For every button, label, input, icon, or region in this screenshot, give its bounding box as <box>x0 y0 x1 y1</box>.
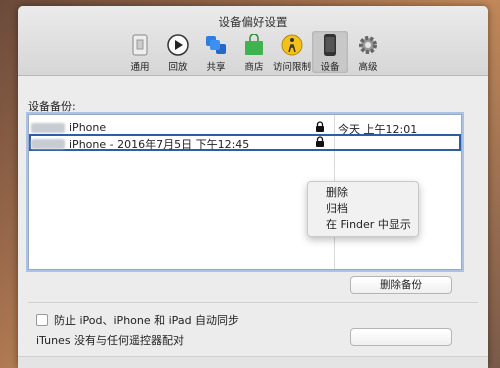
tab-playback-label: 回放 <box>168 62 188 73</box>
reset-remotes-button[interactable] <box>350 328 452 346</box>
prevent-sync-checkbox[interactable] <box>36 314 48 326</box>
tab-restrictions-label: 访问限制 <box>273 62 312 73</box>
preferences-toolbar: 通用 回放 共享 商店 访问限制 设备 高级 <box>122 31 386 73</box>
tab-playback[interactable]: 回放 <box>160 31 196 73</box>
backup-list[interactable]: iPhone 今天 上午12:01 iPhone - 2016年7月5日 下午1… <box>28 114 462 270</box>
backup-name: iPhone <box>69 121 107 134</box>
menu-item-archive[interactable]: 归档 <box>308 201 418 217</box>
lock-icon <box>315 136 325 148</box>
menu-item-show-in-finder[interactable]: 在 Finder 中显示 <box>308 217 418 233</box>
backup-name: iPhone - 2016年7月5日 下午12:45 <box>69 138 250 151</box>
tab-general-label: 通用 <box>130 62 150 73</box>
delete-backup-button[interactable]: 删除备份 <box>350 276 452 294</box>
sharing-icon <box>205 34 227 56</box>
tab-devices[interactable]: 设备 <box>312 31 348 73</box>
playback-icon <box>167 34 189 56</box>
tab-sharing[interactable]: 共享 <box>198 31 234 73</box>
tab-sharing-label: 共享 <box>206 62 226 73</box>
divider <box>28 302 478 303</box>
devices-icon <box>319 34 341 56</box>
prevent-sync-option[interactable]: 防止 iPod、iPhone 和 iPad 自动同步 <box>36 312 239 328</box>
prevent-sync-label: 防止 iPod、iPhone 和 iPad 自动同步 <box>54 314 240 327</box>
tab-devices-label: 设备 <box>320 62 340 73</box>
window-title: 设备偏好设置 <box>218 15 288 29</box>
redacted-device-name <box>31 139 65 149</box>
titlebar: 设备偏好设置 通用 回放 共享 商店 访问限制 设备 高级 <box>18 6 488 76</box>
backup-row-selected[interactable]: iPhone - 2016年7月5日 下午12:45 <box>29 134 461 151</box>
tab-restrictions[interactable]: 访问限制 <box>273 31 312 73</box>
tab-advanced-label: 高级 <box>358 62 378 73</box>
restrictions-icon <box>281 34 303 56</box>
redacted-device-name <box>31 122 65 133</box>
store-icon <box>243 34 265 56</box>
general-icon <box>129 34 151 56</box>
window-bottom-edge <box>18 356 488 368</box>
remote-pairing-status: iTunes 没有与任何遥控器配对 <box>36 334 185 347</box>
tab-general[interactable]: 通用 <box>122 31 158 73</box>
advanced-icon <box>357 34 379 56</box>
context-menu: 删除 归档 在 Finder 中显示 <box>307 181 419 237</box>
devices-pane: 设备备份: iPhone 今天 上午12:01 iPhone - 2016年7月… <box>18 76 488 368</box>
backups-section-label: 设备备份: <box>28 100 76 113</box>
lock-icon <box>315 121 325 133</box>
tab-store[interactable]: 商店 <box>236 31 272 73</box>
tab-advanced[interactable]: 高级 <box>350 31 386 73</box>
tab-store-label: 商店 <box>244 62 264 73</box>
preferences-window: 设备偏好设置 通用 回放 共享 商店 访问限制 设备 高级 设备备份: iPho… <box>18 6 488 368</box>
menu-item-delete[interactable]: 删除 <box>308 185 418 201</box>
